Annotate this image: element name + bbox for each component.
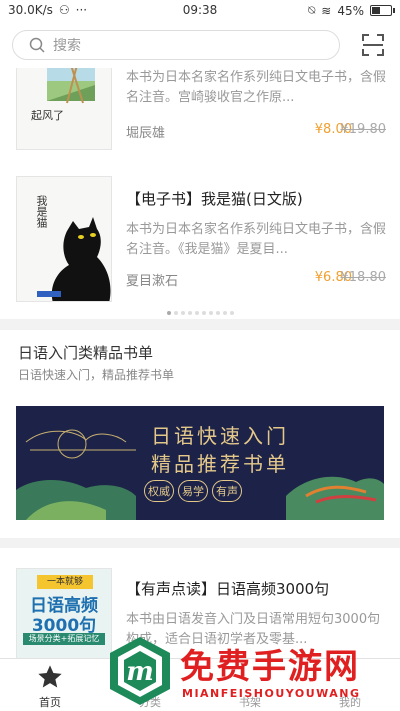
book-original-price: ¥18.80 (340, 270, 387, 285)
watermark-text: 免费手游网 (180, 647, 360, 687)
book-cover: 起风了 (16, 68, 112, 150)
booklist-banner[interactable]: 日语快速入门 精品推荐书单 权威 易学 有声 (16, 406, 384, 520)
book-desc: 本书为日本名家名作系列纯日文电子书，含假名注音。《我是猫》是夏目... (126, 222, 386, 257)
watermark-subtext: MIANFEISHOUYOUWANG (182, 687, 361, 700)
section-subtitle: 日语快速入门，精品推荐书单 (18, 368, 175, 382)
carousel-dots (0, 311, 400, 315)
search-placeholder: 搜索 (53, 38, 81, 54)
banner-tags: 权威 易学 有声 (144, 480, 242, 502)
banner-tag: 易学 (178, 480, 208, 502)
book-original-price: ¥19.80 (340, 122, 387, 137)
scan-icon[interactable] (362, 34, 384, 56)
tab-label: 首页 (39, 696, 61, 709)
section-title: 日语入门类精品书单 (18, 344, 154, 362)
carousel-dot[interactable] (208, 311, 213, 315)
book-carousel[interactable]: 起风了 本书为日本名家名作系列纯日文电子书，含假名注音。宫崎骏收官之作原... … (0, 68, 400, 319)
battery-percent: 45% (337, 3, 364, 18)
book-item[interactable]: 我是猫 【电子书】我是猫(日文版) 本书为日本名家名作系列纯日文电子书，含假名注… (0, 176, 400, 302)
banner-tag: 权威 (144, 480, 174, 502)
carousel-dot[interactable] (166, 311, 171, 315)
carousel-dot[interactable] (201, 311, 206, 315)
book-cover: 一本就够 日语高频 3000句 场景分类+拓展记忆 (16, 568, 112, 658)
logo-letter: m (126, 657, 154, 687)
banner-tag: 有声 (212, 480, 242, 502)
carousel-dot[interactable] (173, 311, 178, 315)
cover-top: 一本就够 (37, 575, 93, 589)
book-desc: 本书为日本名家名作系列纯日文电子书，含假名注音。宫崎骏收官之作原... (126, 70, 386, 105)
carousel-dot[interactable] (180, 311, 185, 315)
watermark-logo: m (110, 637, 170, 705)
book-title: 【电子书】我是猫(日文版) (126, 190, 303, 208)
carousel-dot[interactable] (222, 311, 227, 315)
content-feed[interactable]: 起风了 本书为日本名家名作系列纯日文电子书，含假名注音。宫崎骏收官之作原... … (0, 68, 400, 658)
battery-icon (370, 5, 395, 16)
mute-icon: ⍉ (308, 3, 316, 17)
booklist-section[interactable]: 日语入门类精品书单 日语快速入门，精品推荐书单 日语快速入门 精品推荐书单 权威… (0, 330, 400, 538)
search-input[interactable]: 搜索 (12, 30, 340, 60)
status-bar: 30.0K/s ⚇ ··· 09:38 ⍉ ≋ 45% (0, 0, 400, 22)
banner-line1: 日语快速入门 (151, 424, 289, 448)
wifi-icon: ≋ (321, 3, 332, 18)
watermark: m 免费手游网 MIANFEISHOUYOUWANG (100, 635, 400, 711)
carousel-dot[interactable] (229, 311, 234, 315)
cover-title: 起风了 (31, 109, 64, 122)
carousel-dot[interactable] (215, 311, 220, 315)
book-title: 【有声点读】日语高频3000句 (126, 580, 330, 598)
search-header: 搜索 (0, 22, 400, 68)
carousel-dot[interactable] (194, 311, 199, 315)
cat-illustration (37, 217, 111, 301)
search-icon (29, 37, 45, 53)
book-item[interactable]: 起风了 本书为日本名家名作系列纯日文电子书，含假名注音。宫崎骏收官之作原... … (0, 68, 400, 150)
book-author: 夏目漱石 (126, 274, 179, 289)
banner-line2: 精品推荐书单 (151, 452, 289, 476)
cover-band: 场景分类+拓展记忆 (23, 633, 105, 645)
star-icon (38, 665, 62, 688)
book-author: 堀辰雄 (126, 126, 166, 141)
book-cover: 我是猫 (16, 176, 112, 302)
carousel-dot[interactable] (187, 311, 192, 315)
tab-home[interactable]: 首页 (0, 659, 100, 711)
